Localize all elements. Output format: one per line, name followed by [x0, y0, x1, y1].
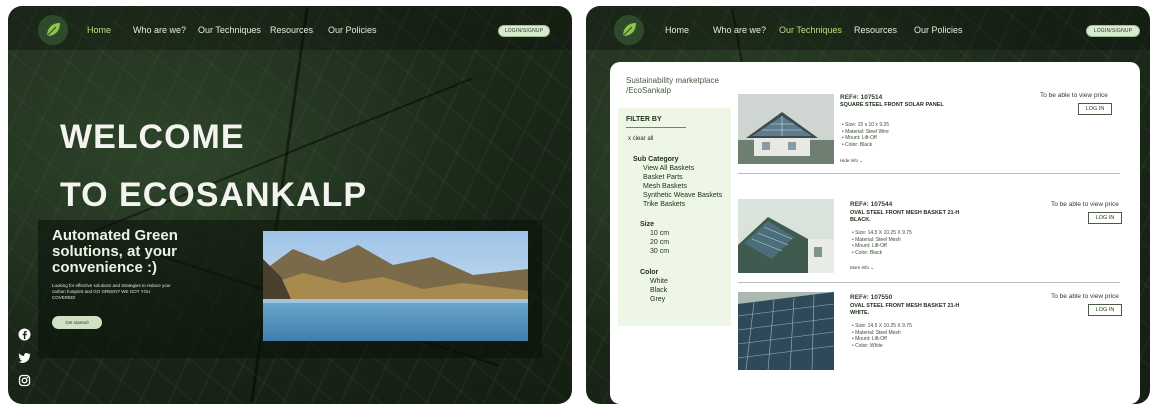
product-ref: REF#: 107514 [840, 94, 883, 101]
nav-our-techniques[interactable]: Our Techniques [198, 25, 261, 35]
twitter-icon[interactable] [18, 351, 31, 364]
nav-home[interactable]: Home [87, 25, 111, 35]
size-group: Size 10 cm 20 cm 30 cm [640, 220, 669, 256]
leaf-logo-icon[interactable] [38, 15, 68, 45]
nav-who-are-we[interactable]: Who are we? [133, 25, 186, 35]
toggle-info-link[interactable]: Hide Info ⌄ [840, 158, 863, 164]
filter-option[interactable]: Mesh Baskets [633, 182, 722, 191]
spec-item: • Size: 14.5 X 10.25 X 9.75 [852, 230, 912, 236]
product-ref: REF#: 107550 [850, 294, 893, 301]
product-name[interactable]: OVAL STEEL FRONT MESH BASKET 21-H WHITE. [850, 303, 972, 317]
welcome-heading: WELCOME [60, 118, 245, 156]
top-nav: Home Who are we? Our Techniques Resource… [8, 6, 572, 50]
product-image[interactable] [738, 292, 834, 370]
spec-item: • Color: White [852, 342, 883, 349]
nav-home[interactable]: Home [665, 25, 689, 35]
spec-item: • Size: 15 x 10 x 9.25 [842, 122, 890, 128]
filter-option[interactable]: View All Baskets [633, 164, 722, 173]
breadcrumb-item[interactable]: Sustainability marketplace [626, 76, 736, 86]
clear-all-button[interactable]: x clear all [628, 136, 653, 142]
color-title: Color [640, 269, 659, 276]
product-specs: • Size: 15 x 10 x 9.25 • Material: Steel… [842, 122, 889, 148]
hero-description: Looking for effective solutions and stra… [52, 283, 171, 300]
toggle-info-link[interactable]: More Info ⌄ [850, 265, 874, 271]
product-image[interactable] [738, 94, 834, 164]
spec-item: • Color: Black [852, 249, 883, 256]
login-signup-button[interactable]: LOGIN/SIGNUP [1086, 25, 1140, 37]
filter-sidebar: FILTER BY x clear all Sub Category View … [618, 108, 731, 326]
filter-title: FILTER BY [626, 116, 662, 123]
product-ref: REF#: 107544 [850, 201, 893, 208]
product-name[interactable]: OVAL STEEL FRONT MESH BASKET 21-H BLACK. [850, 210, 972, 224]
price-notice: To be able to view price [1051, 293, 1119, 300]
product-login-button[interactable]: LOG IN [1088, 304, 1122, 316]
size-title: Size [640, 221, 655, 228]
hero-title: Automated Green solutions, at your conve… [52, 227, 178, 276]
filter-option[interactable]: Black [640, 286, 668, 295]
product-divider [738, 173, 1120, 174]
breadcrumb-item[interactable]: /EcoSankalp [626, 86, 736, 96]
product-login-button[interactable]: LOG IN [1088, 212, 1122, 224]
product-divider [738, 282, 1120, 283]
nav-resources[interactable]: Resources [270, 25, 313, 35]
instagram-icon[interactable] [18, 374, 31, 387]
color-group: Color White Black Grey [640, 268, 668, 304]
leaf-logo-icon[interactable] [614, 15, 644, 45]
breadcrumb: Sustainability marketplace /EcoSankalp [626, 76, 736, 96]
filter-divider [626, 127, 686, 128]
product-name[interactable]: SQUARE STEEL FRONT SOLAR PANEL [840, 102, 970, 109]
subcategory-group: Sub Category View All Baskets Basket Par… [633, 155, 722, 209]
login-signup-button[interactable]: LOGIN/SIGNUP [498, 25, 550, 37]
filter-option[interactable]: 30 cm [640, 247, 669, 256]
welcome-heading-line2: TO ECOSANKALP [60, 176, 368, 214]
facebook-icon[interactable] [18, 328, 31, 341]
product-image[interactable] [738, 199, 834, 273]
filter-option[interactable]: Basket Parts [633, 173, 722, 182]
filter-option[interactable]: Grey [640, 295, 668, 304]
price-notice: To be able to view price [1040, 92, 1108, 99]
spec-item: • Size: 14.5 X 10.25 X 9.75 [852, 323, 912, 329]
price-notice: To be able to view price [1051, 201, 1119, 208]
filter-option[interactable]: White [640, 277, 668, 286]
product-login-button[interactable]: LOG IN [1078, 103, 1112, 115]
nav-our-policies[interactable]: Our Policies [328, 25, 377, 35]
filter-option[interactable]: 20 cm [640, 238, 669, 247]
nav-our-techniques[interactable]: Our Techniques [779, 25, 842, 35]
nav-our-policies[interactable]: Our Policies [914, 25, 963, 35]
spec-item: • Color: Black [842, 141, 873, 148]
filter-option[interactable]: Synthetic Weave Baskets [633, 191, 722, 200]
filter-option[interactable]: 10 cm [640, 229, 669, 238]
subcategory-title: Sub Category [633, 156, 679, 163]
nav-resources[interactable]: Resources [854, 25, 897, 35]
nav-who-are-we[interactable]: Who are we? [713, 25, 766, 35]
mountain-lake-image [263, 231, 528, 341]
filter-option[interactable]: Trike Baskets [633, 200, 722, 209]
get-started-button[interactable]: Get started! [52, 316, 102, 329]
top-nav: Home Who are we? Our Techniques Resource… [586, 6, 1150, 50]
product-specs: • Size: 14.5 X 10.25 X 9.75 • Material: … [852, 230, 912, 256]
product-specs: • Size: 14.5 X 10.25 X 9.75 • Material: … [852, 323, 912, 349]
